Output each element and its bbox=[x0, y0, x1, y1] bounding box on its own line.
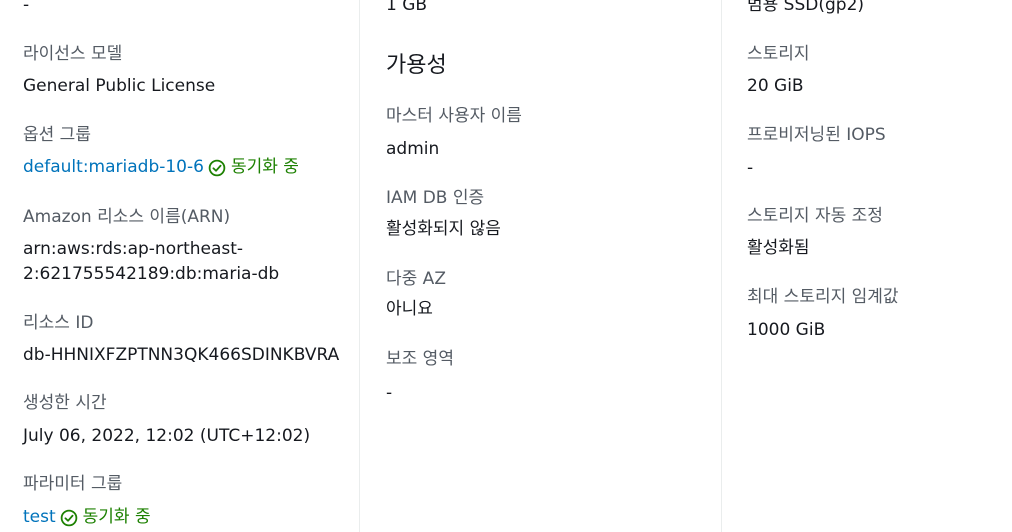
multi-az-value: 아니요 bbox=[386, 299, 433, 319]
storage-autoscaling-value: 활성화됨 bbox=[747, 238, 810, 258]
check-circle-icon bbox=[60, 509, 77, 527]
parameter-group-label: 파라미터 그룹 bbox=[23, 474, 123, 494]
availability-section-title: 가용성 bbox=[386, 53, 447, 78]
option-group-status-text: 동기화 중 bbox=[230, 157, 299, 177]
resource-id-label: 리소스 ID bbox=[23, 313, 94, 333]
created-time-value: July 06, 2022, 12:02 (UTC+12:02) bbox=[23, 426, 311, 446]
secondary-zone-value: - bbox=[386, 383, 393, 403]
column-availability: 1 GB 가용성 마스터 사용자 이름 admin IAM DB 인증 활성화되… bbox=[386, 0, 706, 532]
secondary-zone-label: 보조 영역 bbox=[386, 349, 454, 369]
arn-value-line2: 2:621755542189:db:maria-db bbox=[23, 264, 280, 284]
arn-label: Amazon 리소스 이름(ARN) bbox=[23, 207, 231, 227]
column-divider bbox=[721, 0, 722, 532]
provisioned-iops-value: - bbox=[747, 158, 754, 178]
option-group-row: default:mariadb-10-6 동기화 중 bbox=[23, 156, 299, 178]
storage-label: 스토리지 bbox=[747, 44, 810, 64]
option-group-link[interactable]: default:mariadb-10-6 bbox=[23, 156, 204, 178]
column-instance-details: - 라이선스 모델 General Public License 옵션 그룹 d… bbox=[23, 0, 343, 532]
parameter-group-status-text: 동기화 중 bbox=[82, 507, 151, 527]
max-storage-threshold-value: 1000 GiB bbox=[747, 320, 826, 340]
multi-az-label: 다중 AZ bbox=[386, 269, 446, 289]
partial-top-value: 범용 SSD(gp2) bbox=[747, 0, 865, 15]
check-circle-icon bbox=[208, 159, 226, 177]
parameter-group-link[interactable]: test bbox=[23, 506, 56, 528]
storage-autoscaling-label: 스토리지 자동 조정 bbox=[747, 206, 883, 226]
max-storage-threshold-label: 최대 스토리지 임계값 bbox=[747, 287, 899, 307]
db-configuration-panel: - 라이선스 모델 General Public License 옵션 그룹 d… bbox=[0, 0, 1012, 532]
column-storage: 범용 SSD(gp2) 스토리지 20 GiB 프로비저닝된 IOPS - 스토… bbox=[747, 0, 1012, 532]
partial-top-value: - bbox=[23, 0, 30, 15]
parameter-group-row: test 동기화 중 bbox=[23, 506, 151, 528]
storage-value: 20 GiB bbox=[747, 76, 804, 96]
iam-auth-value: 활성화되지 않음 bbox=[386, 219, 501, 239]
license-model-value: General Public License bbox=[23, 76, 216, 96]
parameter-group-status: 동기화 중 bbox=[60, 506, 151, 528]
provisioned-iops-label: 프로비저닝된 IOPS bbox=[747, 125, 886, 145]
arn-value-line1: arn:aws:rds:ap-northeast- bbox=[23, 239, 244, 259]
master-username-label: 마스터 사용자 이름 bbox=[386, 106, 522, 126]
master-username-value: admin bbox=[386, 139, 440, 159]
partial-top-value: 1 GB bbox=[386, 0, 428, 15]
column-divider bbox=[359, 0, 360, 532]
created-time-label: 생성한 시간 bbox=[23, 393, 107, 413]
license-model-label: 라이선스 모델 bbox=[23, 44, 123, 64]
option-group-label: 옵션 그룹 bbox=[23, 125, 91, 145]
iam-auth-label: IAM DB 인증 bbox=[386, 188, 485, 208]
option-group-status: 동기화 중 bbox=[208, 156, 299, 178]
resource-id-value: db-HHNIXFZPTNN3QK466SDINKBVRA bbox=[23, 345, 340, 365]
